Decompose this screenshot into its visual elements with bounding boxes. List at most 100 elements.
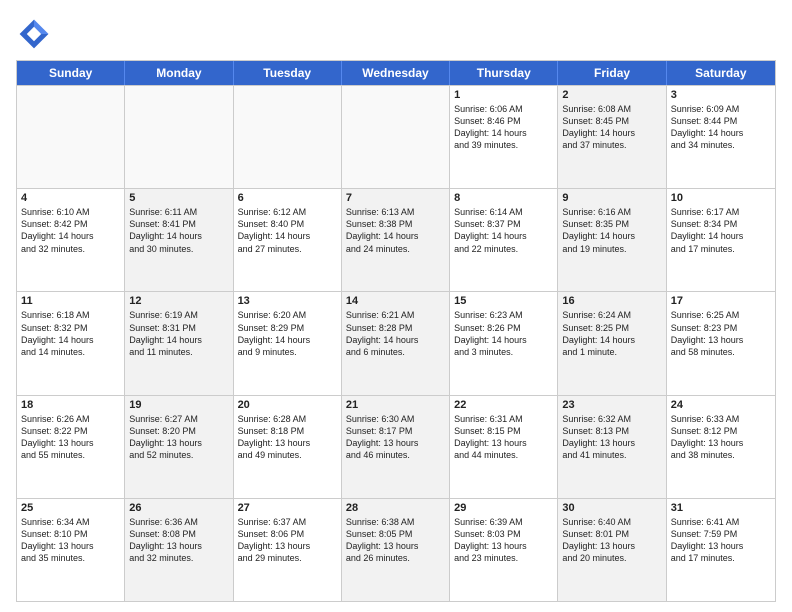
day-number: 26	[129, 502, 228, 514]
day-number: 20	[238, 399, 337, 411]
cal-cell-21: 21 Sunrise: 6:30 AM Sunset: 8:17 PM Dayli…	[342, 396, 450, 498]
cell-info: Sunrise: 6:16 AM Sunset: 8:35 PM Dayligh…	[562, 206, 661, 255]
calendar-header: SundayMondayTuesdayWednesdayThursdayFrid…	[17, 61, 775, 85]
cell-info: Sunrise: 6:40 AM Sunset: 8:01 PM Dayligh…	[562, 516, 661, 565]
day-number: 15	[454, 295, 553, 307]
cal-cell-2: 2Sunrise: 6:08 AM Sunset: 8:45 PM Daylig…	[558, 86, 666, 188]
day-number: 24	[671, 399, 771, 411]
day-number: 18	[21, 399, 120, 411]
cell-info: Sunrise: 6:26 AM Sunset: 8:22 PM Dayligh…	[21, 413, 120, 462]
day-number: 19	[129, 399, 228, 411]
day-number: 13	[238, 295, 337, 307]
day-number: 6	[238, 192, 337, 204]
cal-cell-8: 8Sunrise: 6:14 AM Sunset: 8:37 PM Daylig…	[450, 189, 558, 291]
cell-info: Sunrise: 6:31 AM Sunset: 8:15 PM Dayligh…	[454, 413, 553, 462]
cal-cell-29: 29Sunrise: 6:39 AM Sunset: 8:03 PM Dayli…	[450, 499, 558, 601]
header	[16, 16, 776, 52]
day-number: 27	[238, 502, 337, 514]
cell-info: Sunrise: 6:11 AM Sunset: 8:41 PM Dayligh…	[129, 206, 228, 255]
cal-cell-7: 7Sunrise: 6:13 AM Sunset: 8:38 PM Daylig…	[342, 189, 450, 291]
cell-info: Sunrise: 6:34 AM Sunset: 8:10 PM Dayligh…	[21, 516, 120, 565]
cal-cell-empty-0-2	[234, 86, 342, 188]
day-number: 31	[671, 502, 771, 514]
cal-cell-13: 13Sunrise: 6:20 AM Sunset: 8:29 PM Dayli…	[234, 292, 342, 394]
cal-cell-19: 19 Sunrise: 6:27 AM Sunset: 8:20 PM Dayli…	[125, 396, 233, 498]
cal-cell-empty-0-3	[342, 86, 450, 188]
day-number: 14	[346, 295, 445, 307]
day-number: 10	[671, 192, 771, 204]
cal-row-1: 4 Sunrise: 6:10 AM Sunset: 8:42 PM Daylig…	[17, 188, 775, 291]
cal-row-4: 25Sunrise: 6:34 AM Sunset: 8:10 PM Dayli…	[17, 498, 775, 601]
cell-info: Sunrise: 6:10 AM Sunset: 8:42 PM Dayligh…	[21, 206, 120, 255]
day-number: 1	[454, 89, 553, 101]
cal-cell-6: 6 Sunrise: 6:12 AM Sunset: 8:40 PM Daylig…	[234, 189, 342, 291]
day-number: 5	[129, 192, 228, 204]
day-number: 30	[562, 502, 661, 514]
calendar-body: 1 Sunrise: 6:06 AM Sunset: 8:46 PM Daylig…	[17, 85, 775, 601]
cal-cell-1: 1 Sunrise: 6:06 AM Sunset: 8:46 PM Daylig…	[450, 86, 558, 188]
cell-info: Sunrise: 6:21 AM Sunset: 8:28 PM Dayligh…	[346, 309, 445, 358]
cal-cell-12: 12Sunrise: 6:19 AM Sunset: 8:31 PM Dayli…	[125, 292, 233, 394]
cal-cell-27: 27 Sunrise: 6:37 AM Sunset: 8:06 PM Dayli…	[234, 499, 342, 601]
cal-cell-11: 11Sunrise: 6:18 AM Sunset: 8:32 PM Dayli…	[17, 292, 125, 394]
cell-info: Sunrise: 6:18 AM Sunset: 8:32 PM Dayligh…	[21, 309, 120, 358]
cell-info: Sunrise: 6:41 AM Sunset: 7:59 PM Dayligh…	[671, 516, 771, 565]
cal-cell-18: 18 Sunrise: 6:26 AM Sunset: 8:22 PM Dayli…	[17, 396, 125, 498]
cal-cell-empty-0-1	[125, 86, 233, 188]
cell-info: Sunrise: 6:24 AM Sunset: 8:25 PM Dayligh…	[562, 309, 661, 358]
header-day-saturday: Saturday	[667, 61, 775, 85]
cell-info: Sunrise: 6:09 AM Sunset: 8:44 PM Dayligh…	[671, 103, 771, 152]
cell-info: Sunrise: 6:12 AM Sunset: 8:40 PM Dayligh…	[238, 206, 337, 255]
cal-cell-26: 26 Sunrise: 6:36 AM Sunset: 8:08 PM Dayli…	[125, 499, 233, 601]
cell-info: Sunrise: 6:33 AM Sunset: 8:12 PM Dayligh…	[671, 413, 771, 462]
cell-info: Sunrise: 6:36 AM Sunset: 8:08 PM Dayligh…	[129, 516, 228, 565]
cal-cell-5: 5 Sunrise: 6:11 AM Sunset: 8:41 PM Daylig…	[125, 189, 233, 291]
day-number: 23	[562, 399, 661, 411]
day-number: 16	[562, 295, 661, 307]
cell-info: Sunrise: 6:17 AM Sunset: 8:34 PM Dayligh…	[671, 206, 771, 255]
day-number: 9	[562, 192, 661, 204]
cell-info: Sunrise: 6:23 AM Sunset: 8:26 PM Dayligh…	[454, 309, 553, 358]
logo	[16, 16, 58, 52]
day-number: 28	[346, 502, 445, 514]
header-day-thursday: Thursday	[450, 61, 558, 85]
logo-icon	[16, 16, 52, 52]
cal-row-0: 1 Sunrise: 6:06 AM Sunset: 8:46 PM Daylig…	[17, 85, 775, 188]
cell-info: Sunrise: 6:28 AM Sunset: 8:18 PM Dayligh…	[238, 413, 337, 462]
calendar: SundayMondayTuesdayWednesdayThursdayFrid…	[16, 60, 776, 602]
cell-info: Sunrise: 6:38 AM Sunset: 8:05 PM Dayligh…	[346, 516, 445, 565]
cell-info: Sunrise: 6:19 AM Sunset: 8:31 PM Dayligh…	[129, 309, 228, 358]
page: SundayMondayTuesdayWednesdayThursdayFrid…	[0, 0, 792, 612]
cal-cell-4: 4 Sunrise: 6:10 AM Sunset: 8:42 PM Daylig…	[17, 189, 125, 291]
cell-info: Sunrise: 6:25 AM Sunset: 8:23 PM Dayligh…	[671, 309, 771, 358]
day-number: 29	[454, 502, 553, 514]
cell-info: Sunrise: 6:30 AM Sunset: 8:17 PM Dayligh…	[346, 413, 445, 462]
day-number: 17	[671, 295, 771, 307]
cal-cell-17: 17 Sunrise: 6:25 AM Sunset: 8:23 PM Dayli…	[667, 292, 775, 394]
day-number: 7	[346, 192, 445, 204]
cal-cell-empty-0-0	[17, 86, 125, 188]
header-day-friday: Friday	[558, 61, 666, 85]
day-number: 22	[454, 399, 553, 411]
day-number: 2	[562, 89, 661, 101]
cal-cell-20: 20 Sunrise: 6:28 AM Sunset: 8:18 PM Dayli…	[234, 396, 342, 498]
cal-cell-16: 16 Sunrise: 6:24 AM Sunset: 8:25 PM Dayli…	[558, 292, 666, 394]
cal-cell-15: 15 Sunrise: 6:23 AM Sunset: 8:26 PM Dayli…	[450, 292, 558, 394]
cal-cell-23: 23 Sunrise: 6:32 AM Sunset: 8:13 PM Dayli…	[558, 396, 666, 498]
day-number: 4	[21, 192, 120, 204]
cal-cell-25: 25Sunrise: 6:34 AM Sunset: 8:10 PM Dayli…	[17, 499, 125, 601]
header-day-wednesday: Wednesday	[342, 61, 450, 85]
cell-info: Sunrise: 6:27 AM Sunset: 8:20 PM Dayligh…	[129, 413, 228, 462]
cal-cell-10: 10 Sunrise: 6:17 AM Sunset: 8:34 PM Dayli…	[667, 189, 775, 291]
cal-row-3: 18 Sunrise: 6:26 AM Sunset: 8:22 PM Dayli…	[17, 395, 775, 498]
cal-cell-30: 30 Sunrise: 6:40 AM Sunset: 8:01 PM Dayli…	[558, 499, 666, 601]
cal-cell-28: 28 Sunrise: 6:38 AM Sunset: 8:05 PM Dayli…	[342, 499, 450, 601]
day-number: 21	[346, 399, 445, 411]
day-number: 3	[671, 89, 771, 101]
cal-cell-9: 9 Sunrise: 6:16 AM Sunset: 8:35 PM Daylig…	[558, 189, 666, 291]
header-day-monday: Monday	[125, 61, 233, 85]
cal-cell-31: 31 Sunrise: 6:41 AM Sunset: 7:59 PM Dayli…	[667, 499, 775, 601]
cell-info: Sunrise: 6:37 AM Sunset: 8:06 PM Dayligh…	[238, 516, 337, 565]
cell-info: Sunrise: 6:32 AM Sunset: 8:13 PM Dayligh…	[562, 413, 661, 462]
cell-info: Sunrise: 6:06 AM Sunset: 8:46 PM Dayligh…	[454, 103, 553, 152]
